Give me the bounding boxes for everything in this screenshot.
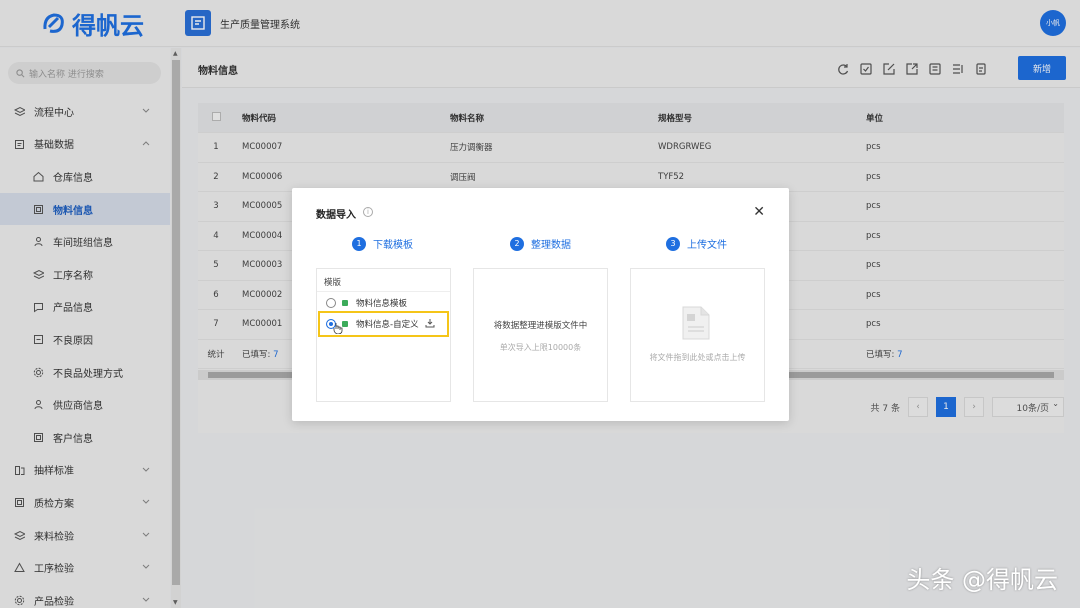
import-dialog: 数据导入 i ✕ 1 下载模板 2 整理数据 3 上传文件 模版 物料信息模板 物料信… — [292, 188, 789, 421]
step-label: 上传文件 — [687, 240, 727, 251]
upload-text: 将文件拖到此处或点击上传 — [649, 353, 746, 362]
file-upload-icon — [682, 306, 710, 340]
step-label: 整理数据 — [531, 240, 571, 251]
organize-panel: 将数据整理进模版文件中 单次导入上限10000条 — [473, 268, 608, 402]
step-number: 2 — [510, 236, 524, 251]
download-icon[interactable] — [425, 318, 435, 328]
radio-button[interactable] — [326, 298, 336, 308]
template-option-label: 物料信息-自定义 — [356, 320, 419, 330]
step-organize: 2 整理数据 — [510, 236, 571, 251]
limit-text: 单次导入上限10000条 — [499, 343, 582, 352]
watermark: 头条 @得帆云 — [906, 566, 1058, 594]
step-number: 1 — [352, 236, 366, 251]
hand-cursor-icon — [333, 323, 343, 334]
template-header: 模版 — [324, 278, 342, 288]
template-option-default[interactable]: 物料信息模板 — [326, 297, 407, 309]
app-root: 得帆云 生产质量管理系统 小帆 输入名称 进行搜索 流程中心 基础数据 仓库信息 物料… — [0, 0, 1080, 608]
close-icon[interactable]: ✕ — [753, 204, 765, 220]
template-option-custom[interactable]: 物料信息-自定义 — [326, 318, 446, 330]
template-panel: 模版 物料信息模板 物料信息-自定义 — [316, 268, 451, 402]
step-label: 下载模板 — [373, 240, 413, 251]
upload-dropzone[interactable]: 将文件拖到此处或点击上传 — [630, 268, 765, 402]
step-download: 1 下载模板 — [352, 236, 413, 251]
excel-icon — [342, 300, 348, 306]
organize-text: 将数据整理进模版文件中 — [493, 321, 588, 331]
template-option-label: 物料信息模板 — [356, 299, 408, 309]
step-number: 3 — [666, 236, 680, 251]
info-icon[interactable]: i — [363, 207, 373, 217]
dialog-title: 数据导入 — [316, 210, 356, 221]
step-upload: 3 上传文件 — [666, 236, 727, 251]
